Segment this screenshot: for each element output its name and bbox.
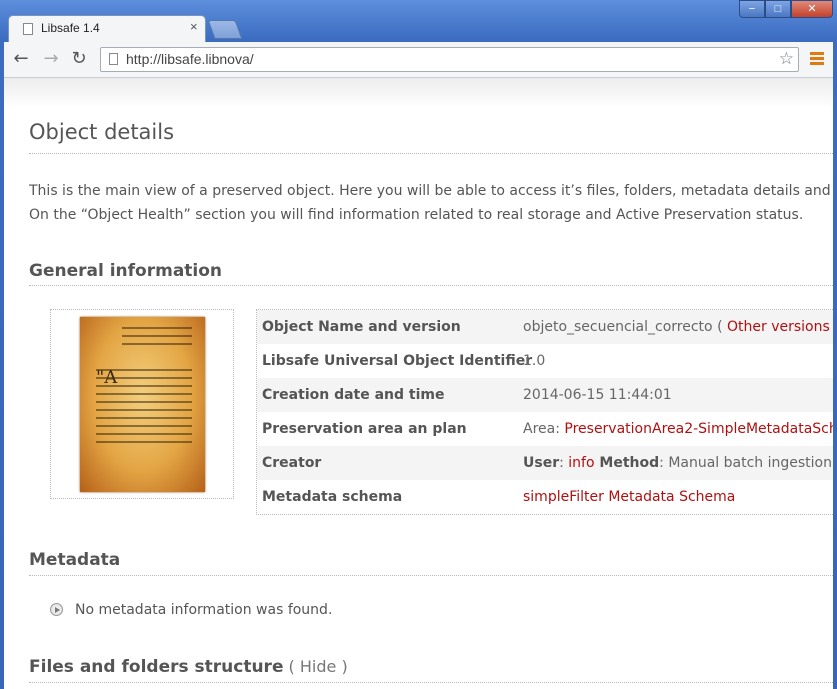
row-label: Creator bbox=[262, 455, 322, 471]
bookmark-star-icon[interactable]: ☆ bbox=[779, 49, 794, 69]
general-information-heading: General information bbox=[29, 261, 223, 281]
row-label: Libsafe Universal Object Identifier bbox=[262, 353, 533, 369]
table-row: Metadata schema simpleFilter Metadata Sc… bbox=[257, 480, 833, 514]
menu-icon[interactable] bbox=[810, 52, 824, 67]
divider bbox=[29, 285, 833, 286]
metadata-schema-link[interactable]: simpleFilter Metadata Schema bbox=[523, 489, 735, 505]
row-label: Metadata schema bbox=[262, 489, 403, 505]
tab-title: Libsafe 1.4 bbox=[41, 21, 100, 35]
url-text: http://libsafe.libnova/ bbox=[126, 51, 254, 67]
new-tab-button[interactable] bbox=[207, 20, 243, 39]
tab-strip: Libsafe 1.4 × − □ ✕ bbox=[0, 0, 837, 42]
other-versions-link[interactable]: Other versions fo bbox=[727, 319, 833, 335]
row-value: User: info Method: Manual batch ingestio… bbox=[523, 455, 833, 471]
window-close-button[interactable]: ✕ bbox=[791, 0, 833, 18]
page-icon bbox=[109, 53, 118, 65]
row-value: 2014-06-15 11:44:01 bbox=[523, 387, 672, 403]
hide-link[interactable]: Hide bbox=[300, 657, 336, 676]
browser-window: Libsafe 1.4 × − □ ✕ ← → ↻ http://libsafe… bbox=[0, 0, 837, 689]
divider bbox=[29, 153, 833, 154]
table-row: Libsafe Universal Object Identifier 1.0 bbox=[257, 344, 833, 378]
table-row: Preservation area an plan Area: Preserva… bbox=[257, 412, 833, 446]
row-label: Object Name and version bbox=[262, 319, 461, 335]
thumbnail-frame: "A bbox=[50, 309, 234, 499]
no-metadata-message: No metadata information was found. bbox=[75, 602, 333, 618]
metadata-heading: Metadata bbox=[29, 550, 121, 570]
table-row: Creation date and time 2014-06-15 11:44:… bbox=[257, 378, 833, 412]
tab-close-icon[interactable]: × bbox=[190, 19, 198, 34]
divider bbox=[29, 682, 833, 683]
general-info-table: Object Name and version objeto_secuencia… bbox=[256, 309, 833, 515]
intro-text-line1: This is the main view of a preserved obj… bbox=[29, 183, 833, 199]
row-label: Creation date and time bbox=[262, 387, 445, 403]
creator-user-link[interactable]: info bbox=[568, 455, 594, 471]
browser-toolbar: ← → ↻ http://libsafe.libnova/ ☆ bbox=[4, 42, 833, 78]
back-arrow-icon[interactable]: ← bbox=[10, 49, 32, 69]
row-value: Area: PreservationArea2-SimpleMetadataSc… bbox=[523, 421, 833, 437]
forward-arrow-icon[interactable]: → bbox=[40, 49, 62, 69]
row-value: simpleFilter Metadata Schema bbox=[523, 489, 735, 505]
page-title: Object details bbox=[29, 120, 175, 144]
divider bbox=[29, 575, 833, 576]
intro-text-line2: On the “Object Health” section you will … bbox=[29, 207, 804, 223]
page-content: Object details This is the main view of … bbox=[4, 78, 833, 689]
table-row: Creator User: info Method: Manual batch … bbox=[257, 446, 833, 480]
table-row: Object Name and version objeto_secuencia… bbox=[257, 310, 833, 344]
address-bar[interactable]: http://libsafe.libnova/ ☆ bbox=[100, 47, 799, 72]
object-thumbnail[interactable]: "A bbox=[80, 317, 205, 492]
row-label: Preservation area an plan bbox=[262, 421, 467, 437]
play-bullet-icon bbox=[50, 603, 63, 616]
minimize-button[interactable]: − bbox=[739, 0, 765, 18]
header-shade bbox=[4, 78, 833, 108]
row-value: objeto_secuencial_correcto ( Other versi… bbox=[523, 319, 833, 335]
preservation-area-link[interactable]: PreservationArea2-SimpleMetadataSchem bbox=[564, 421, 833, 437]
page-icon bbox=[23, 23, 33, 35]
reload-icon[interactable]: ↻ bbox=[68, 49, 90, 69]
maximize-button[interactable]: □ bbox=[765, 0, 791, 18]
tab-libsafe[interactable]: Libsafe 1.4 × bbox=[8, 15, 206, 42]
files-folders-heading: Files and folders structure ( Hide ) bbox=[29, 657, 348, 677]
row-value: 1.0 bbox=[523, 353, 546, 369]
